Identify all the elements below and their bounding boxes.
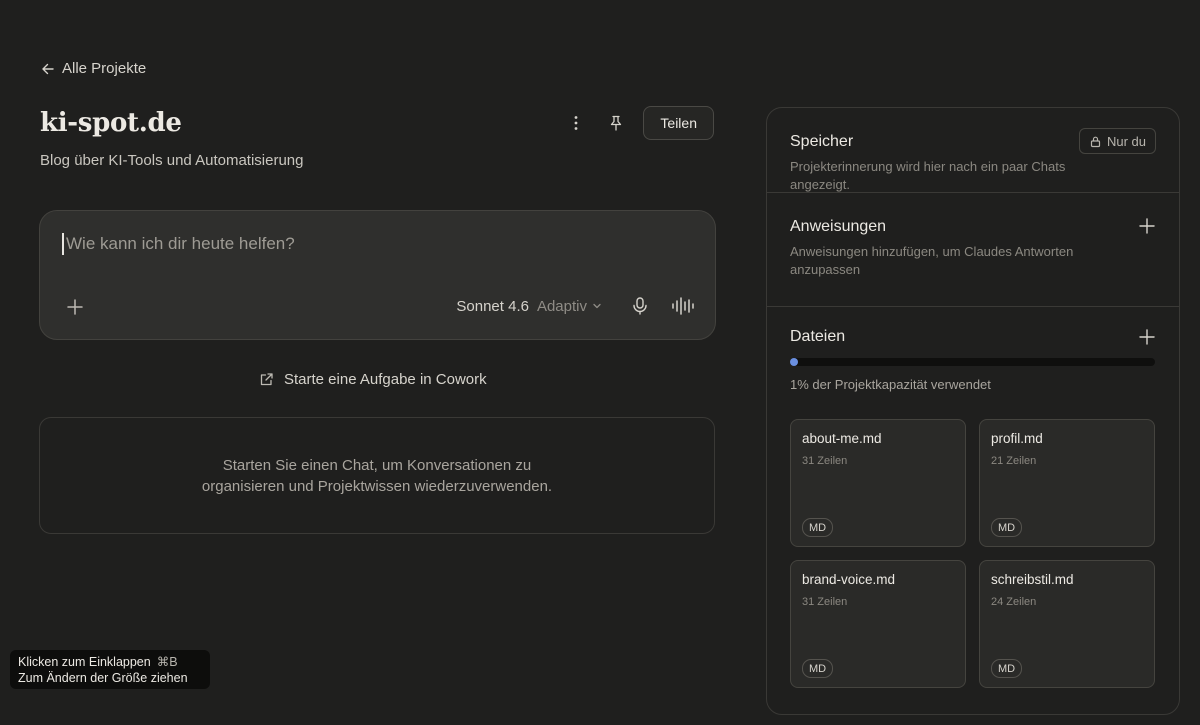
capacity-progress-fill bbox=[790, 358, 798, 366]
cowork-label: Starte eine Aufgabe in Cowork bbox=[284, 371, 487, 388]
visibility-badge: Nur du bbox=[1078, 128, 1156, 154]
file-line-count: 24 Zeilen bbox=[991, 596, 1037, 608]
project-actions: Teilen bbox=[563, 106, 714, 140]
share-button[interactable]: Teilen bbox=[643, 106, 714, 140]
pin-icon bbox=[611, 115, 622, 131]
file-line-count: 31 Zeilen bbox=[802, 455, 848, 467]
tooltip-shortcut: ⌘B bbox=[156, 655, 178, 669]
files-title: Dateien bbox=[790, 328, 846, 345]
project-description: Blog über KI-Tools und Automatisierung bbox=[40, 152, 304, 169]
external-link-icon bbox=[260, 373, 273, 386]
file-line-count: 21 Zeilen bbox=[991, 455, 1037, 467]
instructions-title: Anweisungen bbox=[790, 218, 887, 235]
plus-icon bbox=[1139, 329, 1155, 345]
composer-controls: Sonnet 4.6 Adaptiv bbox=[456, 295, 695, 317]
tooltip-collapse-text: Klicken zum Einklappen bbox=[18, 655, 151, 669]
file-type-badge: MD bbox=[991, 659, 1023, 678]
mode-selector[interactable]: Adaptiv bbox=[537, 298, 603, 315]
project-page: Alle Projekte ki-spot.de Blog über KI-To… bbox=[0, 0, 1200, 725]
cowork-task-link[interactable]: Starte eine Aufgabe in Cowork bbox=[259, 371, 487, 388]
empty-state-line-1: Starten Sie einen Chat, um Konversatione… bbox=[222, 456, 532, 474]
tooltip-line-2: Zum Ändern der Größe ziehen bbox=[18, 671, 188, 685]
memory-title: Speicher bbox=[790, 133, 854, 150]
file-line-count: 31 Zeilen bbox=[802, 596, 848, 608]
file-grid: about-me.md 31 Zeilen MD profil.md 21 Zeilen… bbox=[790, 419, 1155, 688]
mode-label: Adaptiv bbox=[536, 297, 587, 315]
back-link-label: Alle Projekte bbox=[62, 60, 147, 77]
tooltip-line-1: Klicken zum Einklappen ⌘B bbox=[18, 654, 202, 670]
file-card[interactable]: schreibstil.md 24 Zeilen MD bbox=[979, 560, 1155, 688]
memory-section: Speicher Nur du Projekterinnerung wird h… bbox=[767, 108, 1179, 193]
voice-mode-button[interactable] bbox=[671, 295, 695, 317]
capacity-text: 1% der Projektkapazität verwendet bbox=[790, 377, 991, 392]
capacity-progress-bar bbox=[790, 358, 1155, 366]
project-side-panel: Speicher Nur du Projekterinnerung wird h… bbox=[766, 107, 1180, 715]
file-type-badge: MD bbox=[802, 518, 834, 537]
sidebar-resize-tooltip: Klicken zum Einklappen ⌘B Zum Ändern der … bbox=[10, 650, 210, 689]
chat-input[interactable] bbox=[62, 233, 682, 255]
back-to-projects-link[interactable]: Alle Projekte bbox=[40, 60, 146, 77]
chevron-down-icon bbox=[593, 303, 601, 309]
file-type-badge: MD bbox=[802, 659, 834, 678]
file-name: brand-voice.md bbox=[802, 572, 896, 587]
file-card[interactable]: about-me.md 31 Zeilen MD bbox=[790, 419, 966, 547]
instructions-subtitle: Anweisungen hinzufügen, um Claudes Antwo… bbox=[790, 244, 1074, 277]
file-card[interactable]: brand-voice.md 31 Zeilen MD bbox=[790, 560, 966, 688]
add-instructions-button[interactable] bbox=[1138, 217, 1156, 235]
waveform-icon bbox=[672, 297, 694, 315]
file-name: profil.md bbox=[991, 431, 1043, 446]
more-vertical-icon bbox=[575, 116, 578, 130]
arrow-left-icon bbox=[42, 63, 54, 74]
plus-icon bbox=[67, 299, 83, 315]
add-file-button[interactable] bbox=[1138, 328, 1156, 346]
dictation-button[interactable] bbox=[629, 295, 651, 317]
instructions-section: Anweisungen Anweisungen hinzufügen, um C… bbox=[767, 193, 1179, 307]
pin-button[interactable] bbox=[603, 110, 629, 136]
more-options-button[interactable] bbox=[563, 110, 589, 136]
empty-chats-placeholder: Starten Sie einen Chat, um Konversatione… bbox=[39, 417, 715, 534]
visibility-label: Nur du bbox=[1106, 133, 1146, 149]
memory-subtitle: Projekterinnerung wird hier nach ein paa… bbox=[790, 159, 1066, 192]
microphone-icon bbox=[633, 297, 647, 315]
file-name: schreibstil.md bbox=[991, 572, 1074, 587]
file-name: about-me.md bbox=[802, 431, 882, 446]
chat-composer: Sonnet 4.6 Adaptiv bbox=[39, 210, 716, 340]
lock-icon bbox=[1090, 136, 1101, 147]
file-type-badge: MD bbox=[991, 518, 1023, 537]
file-card[interactable]: profil.md 21 Zeilen MD bbox=[979, 419, 1155, 547]
empty-state-line-2: organisieren und Projektwissen wiederzuv… bbox=[201, 477, 553, 495]
add-attachment-button[interactable] bbox=[64, 296, 86, 318]
model-selector[interactable]: Sonnet 4.6 bbox=[456, 298, 529, 315]
plus-icon bbox=[1139, 218, 1155, 234]
project-title: ki-spot.de bbox=[40, 108, 182, 138]
